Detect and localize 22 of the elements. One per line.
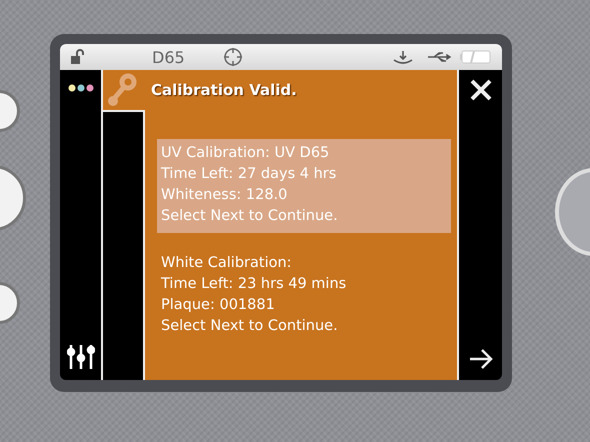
sliders-icon[interactable] [66, 344, 94, 370]
key-icon [107, 73, 137, 107]
info-line: UV Calibration: UV D65 [161, 144, 330, 163]
info-line: Select Next to Continue. [161, 317, 339, 336]
info-line: Time Left: 27 days 4 hrs [161, 165, 338, 184]
close-icon[interactable] [468, 78, 492, 102]
unlocked-padlock-icon [70, 49, 86, 65]
info-line: Select Next to Continue. [161, 207, 339, 226]
download-tray-icon [392, 50, 414, 64]
info-line: Whiteness: 128.0 [161, 186, 288, 205]
calibration-info-panel[interactable]: White Calibration: Time Left: 23 hrs 49 mins Plaque: 001881 Select Next to Continue. [157, 249, 451, 343]
usb-icon [426, 50, 452, 64]
colored-dots-icon[interactable] [68, 84, 94, 92]
illuminant-label: D65 [152, 48, 185, 66]
calibration-info-panel[interactable]: UV Calibration: UV D65 Time Left: 27 days 4 hrs Whiteness: 128.0 Select Next to Continue. [157, 139, 451, 233]
right-arrow-icon[interactable] [468, 348, 494, 370]
screen-title: Calibration Valid. [151, 81, 297, 99]
info-line: Plaque: 001881 [161, 296, 276, 315]
crosshair-icon [222, 47, 243, 67]
info-line: Time Left: 23 hrs 49 mins [161, 275, 348, 294]
info-line: White Calibration: [161, 254, 293, 273]
battery-icon [460, 49, 492, 65]
